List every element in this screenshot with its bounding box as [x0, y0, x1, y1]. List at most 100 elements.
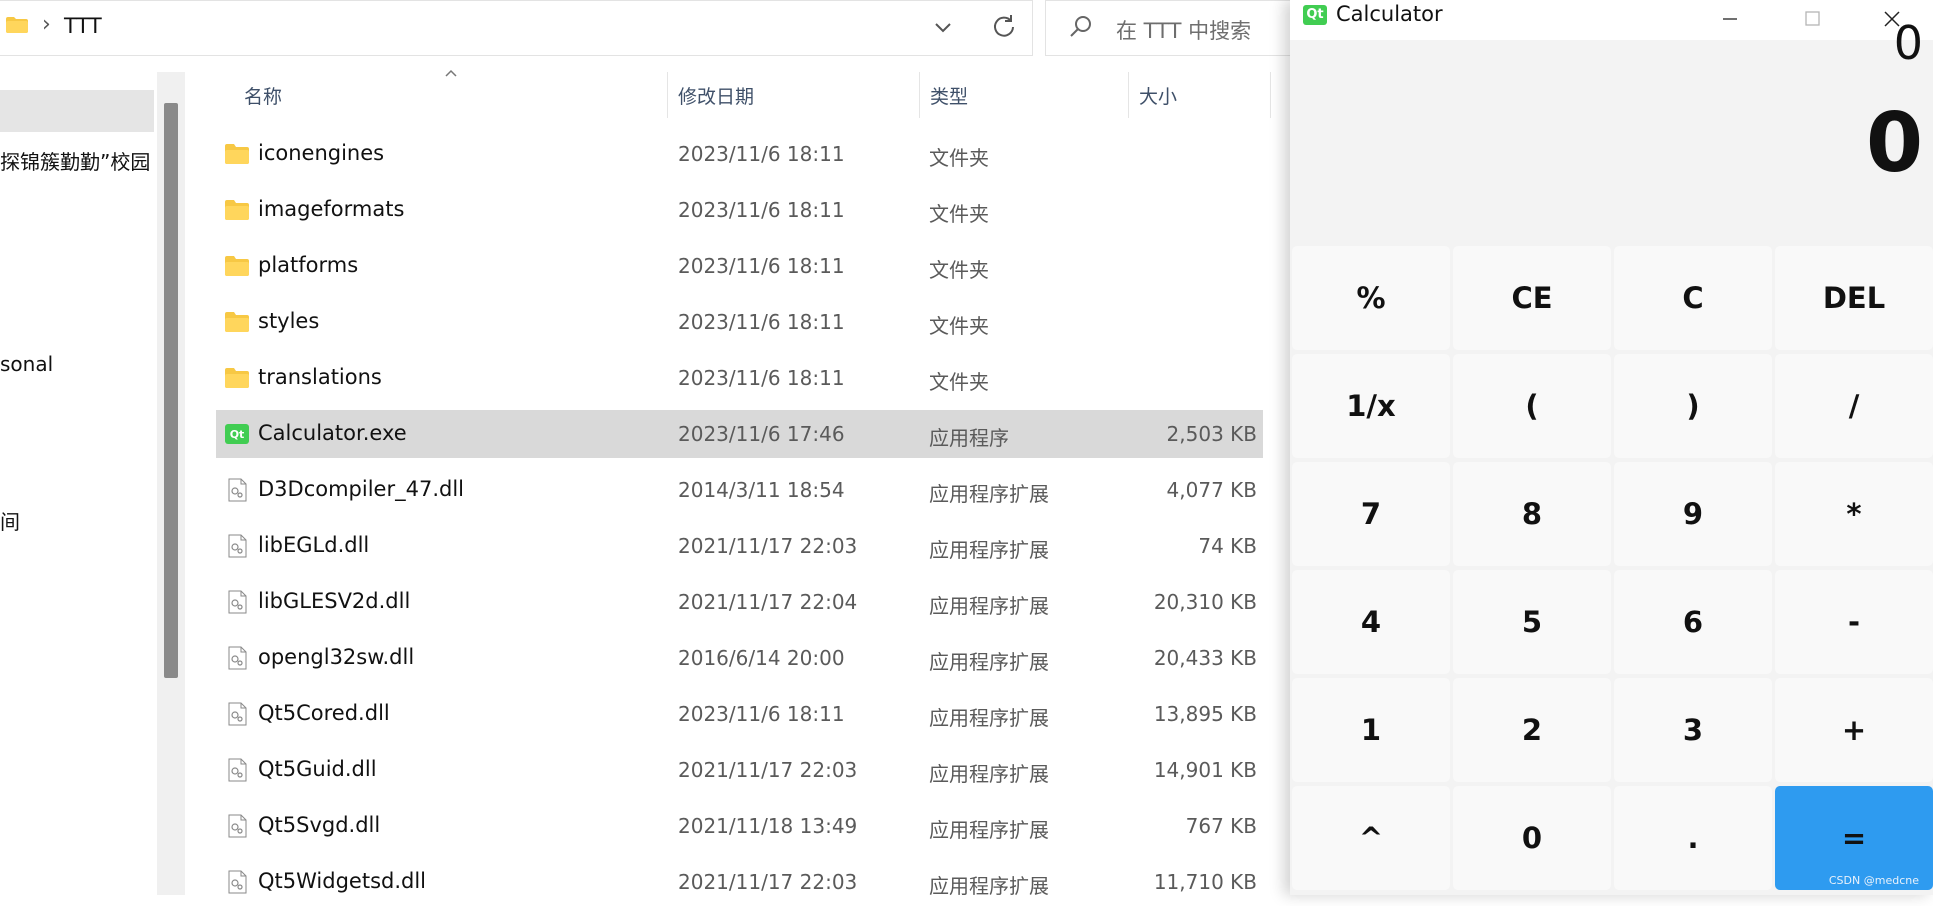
chevron-down-icon[interactable] [930, 14, 956, 40]
file-row[interactable]: Qt5Svgd.dll 2021/11/18 13:49 应用程序扩展 767 KB [216, 802, 1263, 850]
file-size: 13,895 KB [1153, 702, 1257, 726]
file-name: opengl32sw.dll [258, 645, 415, 669]
clear-entry-key[interactable]: CE [1453, 246, 1611, 350]
open-paren-key[interactable]: ( [1453, 354, 1611, 458]
column-header-type[interactable]: 类型 [930, 82, 968, 109]
file-row[interactable]: styles 2023/11/6 18:11 文件夹 [216, 298, 1263, 346]
file-row[interactable]: Qt5Guid.dll 2021/11/17 22:03 应用程序扩展 14,901 … [216, 746, 1263, 794]
file-modified-date: 2023/11/6 18:11 [678, 702, 845, 726]
digit-5-key[interactable]: 5 [1453, 570, 1611, 674]
dll-icon [228, 646, 247, 670]
nav-item-campus[interactable]: 探锦簇勤勤”校园 [0, 146, 150, 175]
file-row[interactable]: iconengines 2023/11/6 18:11 文件夹 [216, 130, 1263, 178]
reciprocal-key[interactable]: 1/x [1292, 354, 1450, 458]
file-size: 20,433 KB [1153, 646, 1257, 670]
file-modified-date: 2014/3/11 18:54 [678, 478, 845, 502]
percent-key[interactable]: % [1292, 246, 1450, 350]
file-row[interactable]: opengl32sw.dll 2016/6/14 20:00 应用程序扩展 20,43… [216, 634, 1263, 682]
file-modified-date: 2016/6/14 20:00 [678, 646, 845, 670]
file-modified-date: 2021/11/17 22:03 [678, 534, 858, 558]
file-size: 2,503 KB [1166, 422, 1257, 446]
file-modified-date: 2021/11/17 22:03 [678, 758, 858, 782]
column-divider[interactable] [1270, 72, 1271, 118]
close-paren-key[interactable]: ) [1614, 354, 1772, 458]
watermark-text: CSDN @medcne [1828, 874, 1919, 887]
file-row[interactable]: libGLESV2d.dll 2021/11/17 22:04 应用程序扩展 20,3… [216, 578, 1263, 626]
file-type: 应用程序扩展 [929, 706, 1049, 730]
file-row[interactable]: Qt5Cored.dll 2023/11/6 18:11 应用程序扩展 13,895 … [216, 690, 1263, 738]
minimize-icon[interactable] [1708, 4, 1752, 34]
file-row[interactable]: Qt Calculator.exe 2023/11/6 17:46 应用程序 2,503… [216, 410, 1263, 458]
digit-8-key[interactable]: 8 [1453, 462, 1611, 566]
file-row[interactable]: libEGLd.dll 2021/11/17 22:03 应用程序扩展 74 KB [216, 522, 1263, 570]
file-type: 文件夹 [929, 258, 989, 282]
digit-6-key[interactable]: 6 [1614, 570, 1772, 674]
file-name: D3Dcompiler_47.dll [258, 477, 465, 501]
address-bar[interactable] [0, 0, 1033, 56]
file-size: 4,077 KB [1166, 478, 1257, 502]
column-header-name[interactable]: 名称 [244, 82, 282, 109]
file-row[interactable]: imageformats 2023/11/6 18:11 文件夹 [216, 186, 1263, 234]
calculator-window: Qt Calculator 0 0 % CE C DEL 1/x()/ 7 8 9 * 4 5 6- 1… [1290, 0, 1933, 895]
file-name: Qt5Cored.dll [258, 701, 390, 725]
file-type: 文件夹 [929, 370, 989, 394]
file-type: 文件夹 [929, 314, 989, 338]
decimal-key[interactable]: . [1614, 786, 1772, 890]
breadcrumb-current-folder[interactable]: TTT [64, 14, 102, 38]
file-row[interactable]: Qt5Widgetsd.dll 2021/11/17 22:03 应用程序扩展 11,… [216, 858, 1263, 906]
file-row[interactable]: D3Dcompiler_47.dll 2014/3/11 18:54 应用程序扩展 4… [216, 466, 1263, 514]
digit-2-key[interactable]: 2 [1453, 678, 1611, 782]
clear-key[interactable]: C [1614, 246, 1772, 350]
file-name: Calculator.exe [258, 421, 407, 445]
divide-key[interactable]: / [1775, 354, 1933, 458]
search-placeholder: 在 TTT 中搜索 [1116, 19, 1252, 43]
file-name: libEGLd.dll [258, 533, 370, 557]
maximize-icon[interactable] [1790, 4, 1834, 34]
file-type: 应用程序扩展 [929, 818, 1049, 842]
digit-0-key[interactable]: 0 [1453, 786, 1611, 890]
add-key[interactable]: + [1775, 678, 1933, 782]
search-icon [1070, 16, 1091, 37]
folder-icon [225, 256, 249, 276]
dll-icon [228, 870, 247, 894]
refresh-icon[interactable] [990, 12, 1018, 40]
navigation-pane [0, 72, 156, 895]
digit-3-key[interactable]: 3 [1614, 678, 1772, 782]
file-row[interactable]: platforms 2023/11/6 18:11 文件夹 [216, 242, 1263, 290]
digit-7-key[interactable]: 7 [1292, 462, 1450, 566]
nav-selected-item[interactable] [0, 90, 154, 132]
file-name: Qt5Guid.dll [258, 757, 377, 781]
file-row[interactable]: translations 2023/11/6 18:11 文件夹 [216, 354, 1263, 402]
column-header-date[interactable]: 修改日期 [678, 82, 754, 109]
file-type: 文件夹 [929, 202, 989, 226]
file-name: styles [258, 309, 320, 333]
column-divider[interactable] [1128, 72, 1129, 118]
file-modified-date: 2023/11/6 18:11 [678, 254, 845, 278]
file-size: 20,310 KB [1153, 590, 1257, 614]
folder-icon [6, 17, 28, 33]
file-type: 应用程序扩展 [929, 538, 1049, 562]
dll-icon [228, 814, 247, 838]
folder-icon [225, 312, 249, 332]
file-modified-date: 2023/11/6 18:11 [678, 310, 845, 334]
digit-1-key[interactable]: 1 [1292, 678, 1450, 782]
file-name: iconengines [258, 141, 385, 165]
column-divider[interactable] [667, 72, 668, 118]
nav-scrollbar-thumb[interactable] [164, 103, 178, 678]
sort-ascending-icon [445, 69, 457, 77]
subtract-key[interactable]: - [1775, 570, 1933, 674]
delete-key[interactable]: DEL [1775, 246, 1933, 350]
column-header-size[interactable]: 大小 [1139, 82, 1177, 109]
multiply-key[interactable]: * [1775, 462, 1933, 566]
calculator-display [1290, 40, 1933, 240]
nav-item-personal[interactable]: sonal [0, 352, 53, 376]
file-modified-date: 2023/11/6 18:11 [678, 366, 845, 390]
digit-4-key[interactable]: 4 [1292, 570, 1450, 674]
power-key[interactable]: ^ [1292, 786, 1450, 890]
nav-item-space[interactable]: 间 [0, 506, 20, 535]
dll-icon [228, 702, 247, 726]
digit-9-key[interactable]: 9 [1614, 462, 1772, 566]
column-divider[interactable] [919, 72, 920, 118]
dll-icon [228, 534, 247, 558]
folder-icon [225, 368, 249, 388]
